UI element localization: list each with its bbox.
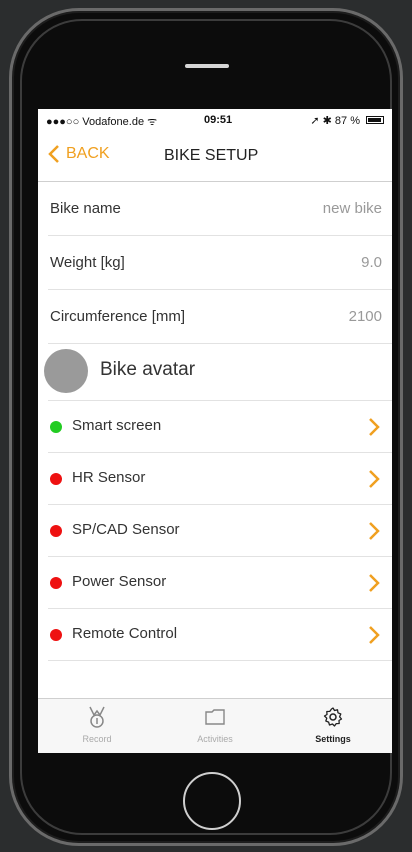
page-title: BIKE SETUP [164,147,259,164]
tab-label: Settings [315,734,351,744]
battery-icon [366,116,384,124]
circumference-label: Circumference [mm] [50,308,186,325]
status-dot [50,473,62,485]
bike-name-label: Bike name [50,200,121,217]
status-dot [50,525,62,537]
tab-record[interactable]: Record [38,699,156,753]
chevron-right-icon [369,626,380,644]
bike-avatar-row[interactable]: Bike avatar [44,344,392,401]
back-button[interactable]: BACK [48,145,110,163]
sensor-label: Smart screen [72,417,162,434]
folder-icon [205,709,225,725]
status-dot [50,629,62,641]
chevron-right-icon [369,522,380,540]
settings-list: Bike name new bike Weight [kg] 9.0 Circu… [38,182,392,661]
tab-label: Record [82,734,112,744]
sensor-row-remote[interactable]: Remote Control [48,609,392,661]
weight-value[interactable]: 9.0 [361,254,382,271]
status-right: ➚ ✱ 87 % [310,115,360,127]
weight-label: Weight [kg] [50,254,125,271]
tab-activities[interactable]: Activities [156,699,274,753]
status-bar: ●●●○○ Vodafone.de ᯤ 09:51 ➚ ✱ 87 % [38,109,392,131]
home-button[interactable] [183,772,241,830]
chevron-right-icon [369,470,380,488]
weight-row[interactable]: Weight [kg] 9.0 [48,236,392,290]
sensor-row-smart-screen[interactable]: Smart screen [48,401,392,453]
chevron-right-icon [369,574,380,592]
bike-name-row[interactable]: Bike name new bike [48,182,392,236]
sensor-row-power[interactable]: Power Sensor [48,557,392,609]
back-label: BACK [66,145,110,162]
clock: 09:51 [204,114,233,126]
sensor-row-hr[interactable]: HR Sensor [48,453,392,505]
speaker-grille [185,64,229,68]
avatar[interactable] [44,349,88,393]
carrier-label: ●●●○○ Vodafone.de ᯤ [46,116,158,128]
tab-settings[interactable]: Settings [274,699,392,753]
app-screen: ●●●○○ Vodafone.de ᯤ 09:51 ➚ ✱ 87 % BACK … [38,109,392,753]
status-dot [50,577,62,589]
sensor-label: HR Sensor [72,469,146,486]
bike-name-value[interactable]: new bike [323,200,382,217]
gear-icon [323,707,343,727]
circumference-row[interactable]: Circumference [mm] 2100 [48,290,392,344]
sensor-label: Remote Control [72,625,178,642]
sensor-label: Power Sensor [72,573,167,590]
sensor-label: SP/CAD Sensor [72,521,180,538]
chevron-left-icon [48,145,59,163]
chevron-right-icon [369,418,380,436]
tab-bar: Record Activities Settings [38,698,392,753]
circumference-value[interactable]: 2100 [349,308,382,325]
medal-icon [89,706,105,728]
sensor-row-sp-cad[interactable]: SP/CAD Sensor [48,505,392,557]
navigation-bar: BACK BIKE SETUP [38,131,392,182]
tab-label: Activities [197,734,233,744]
status-dot [50,421,62,433]
bike-avatar-label: Bike avatar [100,359,196,380]
